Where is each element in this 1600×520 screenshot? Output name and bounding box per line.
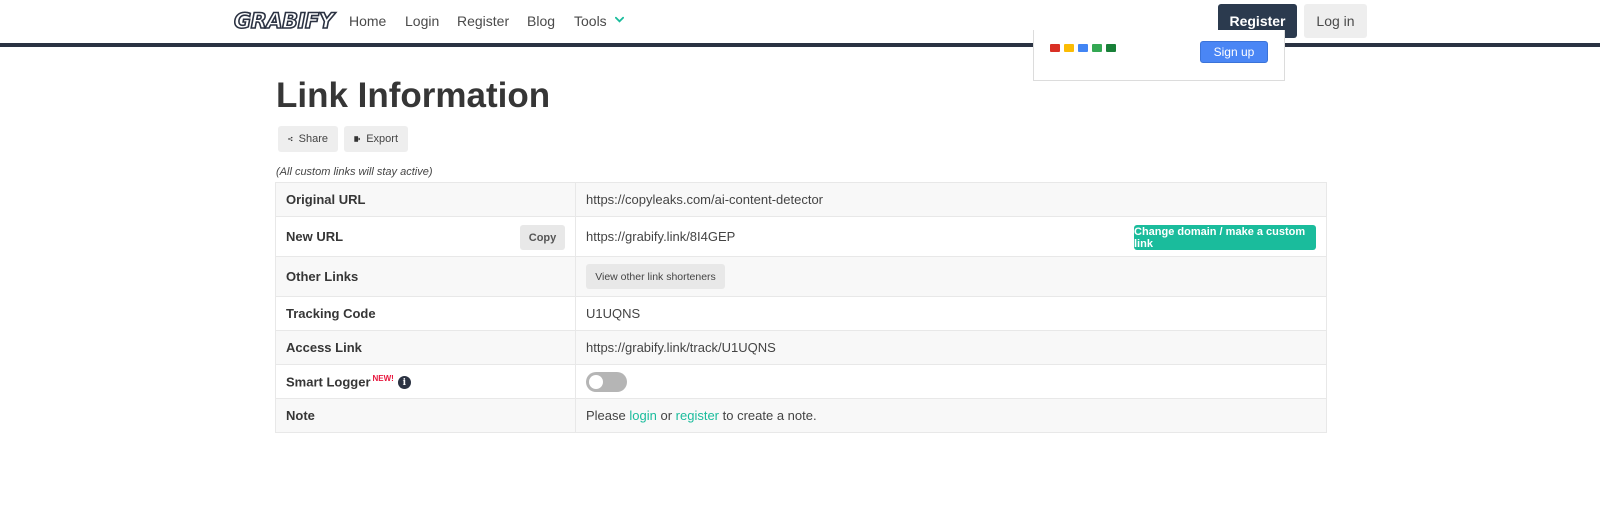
new-badge: NEW! [372, 373, 394, 383]
note-register-link[interactable]: register [676, 408, 719, 423]
smart-logger-label-cell: Smart Logger NEW! i [275, 364, 576, 399]
row-label: Original URL [275, 182, 576, 217]
copy-button[interactable]: Copy [520, 225, 565, 250]
note-text-post: to create a note. [722, 408, 817, 423]
nav-login-link[interactable]: Login [405, 13, 439, 29]
share-label: Share [298, 133, 328, 145]
smart-logger-toggle-cell [575, 364, 1327, 399]
share-button[interactable]: Share [278, 126, 338, 152]
table-row-smart-logger: Smart Logger NEW! i [275, 364, 1327, 399]
ad-banner[interactable]: Sign up [1033, 30, 1285, 81]
note-text-mid: or [660, 408, 673, 423]
export-label: Export [366, 133, 398, 145]
link-info-table: Original URL https://copyleaks.com/ai-co… [275, 182, 1327, 433]
access-link-value: https://grabify.link/track/U1UQNS [575, 330, 1327, 365]
note-login-link[interactable]: login [629, 408, 656, 423]
other-links-cell: View other link shorteners [575, 256, 1327, 297]
new-url-label-cell: New URL Copy [275, 216, 576, 257]
note-cell: Please login or register to create a not… [575, 398, 1327, 433]
row-label: Smart Logger [286, 374, 371, 390]
info-icon[interactable]: i [397, 376, 411, 390]
original-url-value: https://copyleaks.com/ai-content-detecto… [575, 182, 1327, 217]
top-navbar: GRABIFY Home Login Register Blog Tools R… [0, 0, 1600, 47]
export-button[interactable]: Export [344, 126, 408, 152]
toggle-knob [589, 374, 603, 389]
nav-home-link[interactable]: Home [349, 13, 386, 29]
table-row-note: Note Please login or register to create … [275, 398, 1327, 433]
table-row-access-link: Access Link https://grabify.link/track/U… [275, 330, 1327, 365]
note-text-pre: Please [586, 408, 626, 423]
table-row-new-url: New URL Copy https://grabify.link/8I4GEP… [275, 216, 1327, 257]
row-label: Other Links [275, 256, 576, 297]
row-label: Tracking Code [275, 296, 576, 331]
export-icon [354, 136, 361, 142]
page-title: Link Information [276, 76, 551, 115]
table-row-tracking-code: Tracking Code U1UQNS [275, 296, 1327, 331]
row-label: New URL [286, 229, 344, 244]
row-label: Access Link [275, 330, 576, 365]
new-url-value-cell: https://grabify.link/8I4GEP Change domai… [575, 216, 1327, 257]
login-button[interactable]: Log in [1304, 4, 1367, 38]
nav-register-link[interactable]: Register [457, 13, 509, 29]
share-icon [288, 136, 293, 142]
chevron-down-icon[interactable] [615, 15, 624, 24]
ad-signup-button[interactable]: Sign up [1200, 41, 1268, 63]
smart-logger-toggle[interactable] [586, 371, 627, 392]
change-domain-button[interactable]: Change domain / make a custom link [1134, 225, 1316, 250]
table-row-original-url: Original URL https://copyleaks.com/ai-co… [275, 182, 1327, 217]
tracking-code-value: U1UQNS [575, 296, 1327, 331]
nav-tools-dropdown[interactable]: Tools [574, 13, 607, 29]
nav-blog-link[interactable]: Blog [527, 13, 555, 29]
grabify-logo[interactable]: GRABIFY [233, 8, 335, 34]
custom-links-note: (All custom links will stay active) [276, 166, 433, 178]
table-row-other-links: Other Links View other link shorteners [275, 256, 1327, 297]
row-label: Note [275, 398, 576, 433]
new-url-value: https://grabify.link/8I4GEP [586, 229, 736, 244]
google-apps-icons [1050, 44, 1116, 52]
view-other-shorteners-button[interactable]: View other link shorteners [586, 264, 725, 289]
